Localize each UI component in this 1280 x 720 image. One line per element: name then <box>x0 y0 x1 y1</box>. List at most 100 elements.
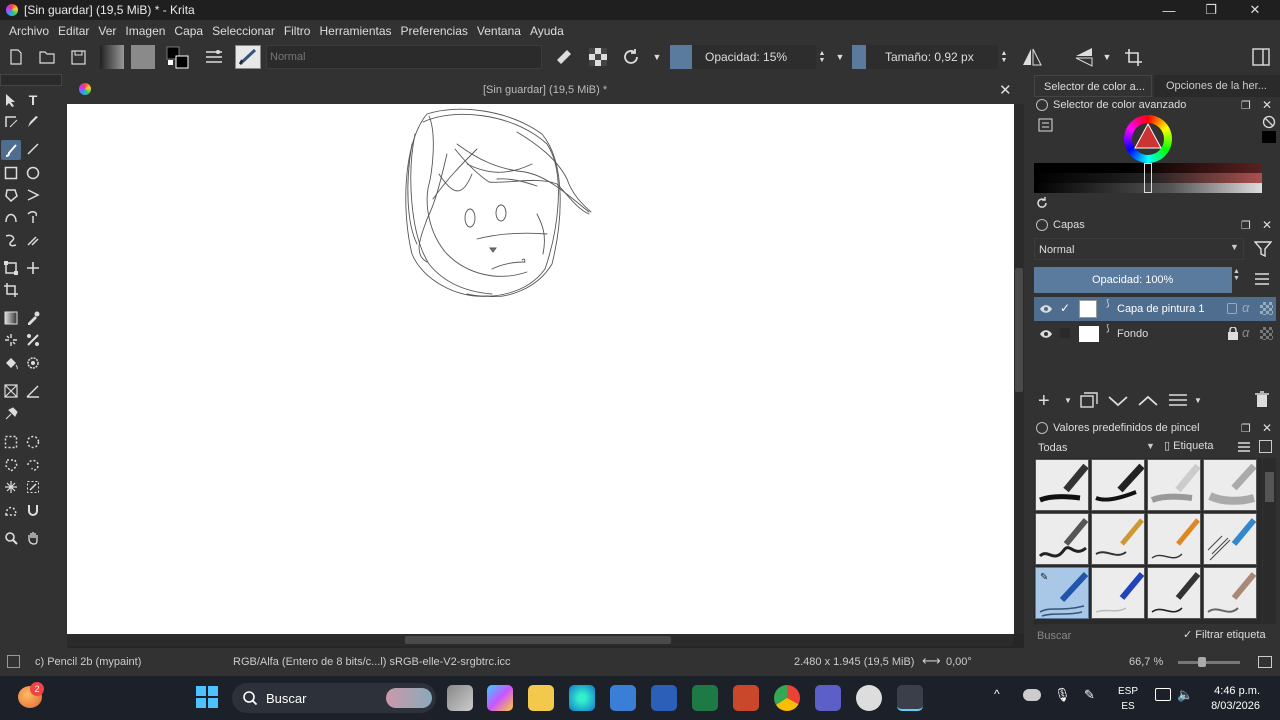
line-tool-icon[interactable] <box>24 140 42 158</box>
mirror-vertical-icon[interactable] <box>1072 45 1096 69</box>
horizontal-scrollbar-thumb[interactable] <box>405 636 671 644</box>
brush-scrollbar[interactable] <box>1263 458 1276 624</box>
brush-preset-2[interactable] <box>1091 459 1145 511</box>
brush-panel-lock-icon[interactable] <box>1036 422 1048 434</box>
minimize-button[interactable]: — <box>1146 0 1192 20</box>
dynamic-brush-icon[interactable] <box>2 231 20 249</box>
crop-tool-icon[interactable] <box>2 281 20 299</box>
calligraphy-icon[interactable] <box>24 113 42 131</box>
layer-blend-select[interactable]: Normal <box>1034 238 1244 260</box>
maximize-button[interactable]: ❐ <box>1188 0 1234 20</box>
menu-herramientas[interactable]: Herramientas <box>319 24 391 38</box>
alpha-lock-layer-icon[interactable]: α <box>1242 325 1249 340</box>
color-shade-slider[interactable] <box>1034 163 1262 193</box>
blend-mode-select[interactable]: Normal <box>266 45 542 69</box>
alpha-inherit-icon[interactable] <box>1260 327 1273 340</box>
opacity-spinner[interactable]: ▲ ▼ <box>816 45 828 69</box>
brush-preset-8[interactable] <box>1203 513 1257 565</box>
reload-dropdown-icon[interactable]: ▼ <box>650 45 664 69</box>
move-layer-down-icon[interactable] <box>1108 394 1128 412</box>
contiguous-select-icon[interactable] <box>2 478 20 496</box>
wrap-around-icon[interactable] <box>1122 45 1144 69</box>
mirror-dropdown-icon[interactable]: ▼ <box>1100 45 1114 69</box>
transform-tool-icon[interactable] <box>2 259 20 277</box>
bezier-tool-icon[interactable] <box>2 208 20 226</box>
menu-editar[interactable]: Editar <box>58 24 89 38</box>
copilot-icon[interactable] <box>487 685 513 711</box>
tab-color-selector[interactable]: Selector de color a... <box>1034 75 1152 97</box>
zoom-value[interactable]: 66,7 % <box>1129 656 1163 668</box>
word-icon[interactable] <box>651 685 677 711</box>
open-folder-icon[interactable] <box>37 45 57 69</box>
brush-preset-7[interactable] <box>1147 513 1201 565</box>
add-layer-dropdown-icon[interactable]: ▼ <box>1064 396 1072 405</box>
brush-filter-dropdown-icon[interactable]: ▼ <box>1146 441 1155 451</box>
refresh-color-icon[interactable] <box>1035 196 1049 210</box>
color-settings-icon[interactable] <box>1038 118 1054 132</box>
filter-tag-checkbox[interactable]: ✓ Filtrar etiqueta <box>1183 628 1266 641</box>
color-space-label[interactable]: RGB/Alfa (Entero de 8 bits/c...l) sRGB-e… <box>233 656 511 668</box>
file-explorer-icon[interactable] <box>528 685 554 711</box>
brush-preset-1[interactable] <box>1035 459 1089 511</box>
rotation-icon[interactable]: ⟷ <box>922 653 941 669</box>
powerpoint-icon[interactable] <box>733 685 759 711</box>
layer-row-paint-1[interactable]: ✓ ⟆ Capa de pintura 1 α <box>1034 297 1276 321</box>
drawing-canvas[interactable] <box>67 104 1014 634</box>
bezier-select-icon[interactable] <box>2 501 20 519</box>
text-tool-icon[interactable]: T <box>24 91 42 109</box>
vertical-scrollbar[interactable] <box>1014 104 1024 634</box>
brush-preset-3[interactable] <box>1147 459 1201 511</box>
pattern-selector[interactable] <box>131 45 155 69</box>
menu-seleccionar[interactable]: Seleccionar <box>212 24 275 38</box>
layer-opacity-slider[interactable]: Opacidad: 100% <box>1034 267 1232 293</box>
layer-filter-icon[interactable] <box>1253 240 1273 258</box>
color-wheel[interactable] <box>1124 115 1172 163</box>
close-window-button[interactable]: ✕ <box>1232 0 1278 20</box>
layer-properties-icon[interactable] <box>1168 393 1188 412</box>
brush-preset-11[interactable] <box>1147 567 1201 619</box>
similar-select-icon[interactable] <box>24 478 42 496</box>
visibility-eye-icon[interactable] <box>1039 327 1053 345</box>
gradient-selector[interactable] <box>100 45 124 69</box>
brush-preset-10[interactable] <box>1091 567 1145 619</box>
ellipse-select-icon[interactable] <box>24 433 42 451</box>
menu-preferencias[interactable]: Preferencias <box>401 24 468 38</box>
visibility-eye-icon[interactable] <box>1039 302 1053 320</box>
gradient-tool-icon[interactable] <box>2 309 20 327</box>
windows-start-icon[interactable] <box>196 686 218 711</box>
menu-ayuda[interactable]: Ayuda <box>530 24 564 38</box>
measure-tool-icon[interactable] <box>24 382 42 400</box>
duplicate-layer-icon[interactable] <box>1080 392 1098 413</box>
layer-blend-dropdown-icon[interactable]: ▼ <box>1230 242 1239 252</box>
layer-check-box[interactable] <box>1060 328 1070 338</box>
layer-locked-icon[interactable] <box>1227 326 1239 345</box>
close-document-icon[interactable]: ✕ <box>999 81 1012 99</box>
close-panel-icon[interactable]: ✕ <box>1262 98 1272 112</box>
layers-close-icon[interactable]: ✕ <box>1262 218 1272 232</box>
current-color-swatch[interactable] <box>1262 131 1276 143</box>
brush-preset-9-selected[interactable]: ✎ <box>1035 567 1089 619</box>
layer-check-icon[interactable]: ✓ <box>1060 301 1070 315</box>
size-slider[interactable]: Tamaño: 0,92 px <box>866 45 998 69</box>
pen-icon[interactable]: ✎ <box>1084 687 1095 703</box>
brush-close-icon[interactable]: ✕ <box>1262 421 1272 435</box>
panel-lock-icon[interactable] <box>1036 99 1048 111</box>
brush-settings-icon[interactable] <box>204 45 224 69</box>
chrome-icon[interactable] <box>774 685 800 711</box>
alpha-inherit-icon[interactable] <box>1260 302 1273 315</box>
reload-preset-icon[interactable] <box>620 45 642 69</box>
rect-select-icon[interactable] <box>2 433 20 451</box>
reference-tool-icon[interactable] <box>2 405 20 423</box>
save-icon[interactable] <box>68 45 88 69</box>
brush-scrollbar-thumb[interactable] <box>1265 472 1274 502</box>
brush-float-icon[interactable]: ❐ <box>1241 422 1251 435</box>
menu-ver[interactable]: Ver <box>98 24 116 38</box>
ellipse-tool-icon[interactable] <box>24 164 42 182</box>
edit-shapes-icon[interactable] <box>2 113 20 131</box>
layers-lock-icon[interactable] <box>1036 219 1048 231</box>
menu-imagen[interactable]: Imagen <box>125 24 165 38</box>
teams-icon[interactable] <box>815 685 841 711</box>
network-icon[interactable] <box>1155 688 1171 701</box>
layer-name[interactable]: Fondo <box>1117 328 1148 340</box>
krita-taskbar-icon[interactable] <box>897 685 923 711</box>
